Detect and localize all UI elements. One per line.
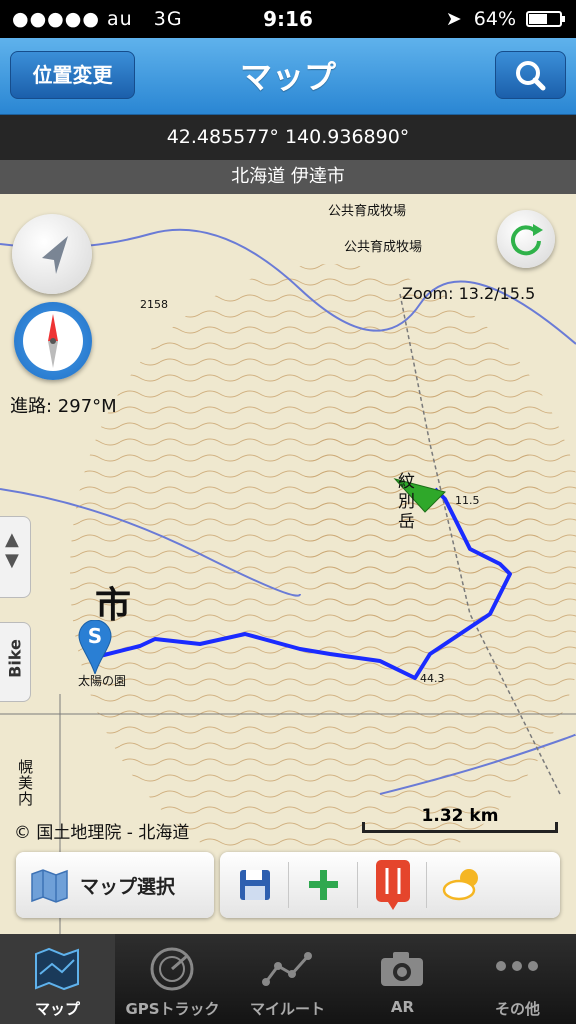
map-view[interactable]: 公共育成牧場 公共育成牧場 2158 11.5 44.3 紋別岳 市 太陽の園 …: [0, 194, 576, 934]
scale-bar: 1.32 km: [362, 806, 558, 838]
weather-button[interactable]: [427, 852, 495, 918]
locate-me-button[interactable]: [12, 214, 92, 294]
navigation-arrow-icon: [42, 236, 68, 274]
map-toolbar: [220, 852, 560, 918]
route-icon: [262, 952, 312, 986]
map-label-place: 幌美内: [18, 758, 34, 808]
restaurant-button[interactable]: [358, 852, 426, 918]
battery-fill: [529, 14, 547, 24]
refresh-button[interactable]: [497, 210, 555, 268]
tab-label: AR: [390, 998, 415, 1016]
compass-button[interactable]: [14, 302, 92, 380]
battery-icon: [526, 11, 565, 27]
contour-area: [300, 374, 540, 654]
map-label-farm: 公共育成牧場: [328, 204, 407, 219]
weather-icon: [442, 869, 478, 901]
map-label-elevation: 44.3: [420, 672, 445, 685]
start-marker-label: S: [87, 624, 103, 648]
tab-map[interactable]: マップ: [0, 934, 115, 1024]
location-arrow-icon: ➤: [445, 8, 462, 30]
mode-label: Bike: [5, 639, 25, 678]
restaurant-icon: [376, 860, 410, 910]
battery-percent: 64%: [473, 8, 516, 30]
map-select-label: マップ選択: [80, 876, 176, 898]
search-button[interactable]: [495, 51, 566, 99]
place-name: 北海道 伊達市: [0, 160, 576, 194]
mode-toggle[interactable]: Bike: [0, 622, 31, 702]
map-label-farm: 公共育成牧場: [344, 240, 423, 255]
start-marker[interactable]: S: [78, 620, 112, 674]
search-icon: [516, 61, 546, 91]
map-label-school: 太陽の園: [78, 674, 127, 688]
tab-bar: マップ GPSトラック マイルート AR その他: [0, 934, 576, 1024]
map-label-elevation: 11.5: [455, 494, 480, 507]
scale-label: 1.32 km: [421, 806, 499, 826]
tab-label: マイルート: [249, 1000, 325, 1018]
navigation-bar: 位置変更 マップ: [0, 38, 576, 115]
tab-ar[interactable]: AR: [345, 934, 460, 1024]
map-select-button[interactable]: マップ選択: [16, 852, 214, 918]
more-icon: [496, 961, 538, 971]
heading-readout: 進路: 297°M: [10, 396, 117, 417]
zoom-stepper[interactable]: ▲ ▼: [0, 516, 31, 598]
tab-my-route[interactable]: マイルート: [230, 934, 345, 1024]
battery-status: ➤ 64%: [446, 8, 516, 30]
map-icon: [35, 947, 79, 991]
map-attribution: © 国土地理院 - 北海道: [14, 823, 190, 843]
map-layers-icon: [31, 869, 68, 903]
refresh-icon: [511, 224, 543, 256]
add-button[interactable]: [289, 852, 357, 918]
page-title: マップ: [239, 58, 336, 96]
map-label-elevation: 2158: [140, 298, 168, 311]
up-down-icon: ▲ ▼: [5, 529, 19, 571]
tab-more[interactable]: その他: [460, 934, 575, 1024]
tab-gps-track[interactable]: GPSトラック: [115, 934, 230, 1024]
tab-label: その他: [494, 1000, 540, 1018]
add-icon: [309, 870, 338, 900]
zoom-readout: Zoom: 13.2/15.5: [402, 284, 536, 303]
save-icon: [240, 870, 270, 900]
camera-icon: [381, 952, 423, 986]
save-button[interactable]: [220, 852, 288, 918]
tab-label: マップ: [34, 1000, 80, 1018]
tab-label: GPSトラック: [125, 1000, 220, 1018]
coordinate-readout: 42.485577° 140.936890°: [0, 115, 576, 160]
status-bar: ●●●●● au 3G 9:16 ➤ 64%: [0, 0, 576, 38]
map-label-peak: 紋別岳: [398, 472, 415, 532]
radar-icon: [150, 947, 194, 991]
compass-icon: [23, 311, 83, 371]
